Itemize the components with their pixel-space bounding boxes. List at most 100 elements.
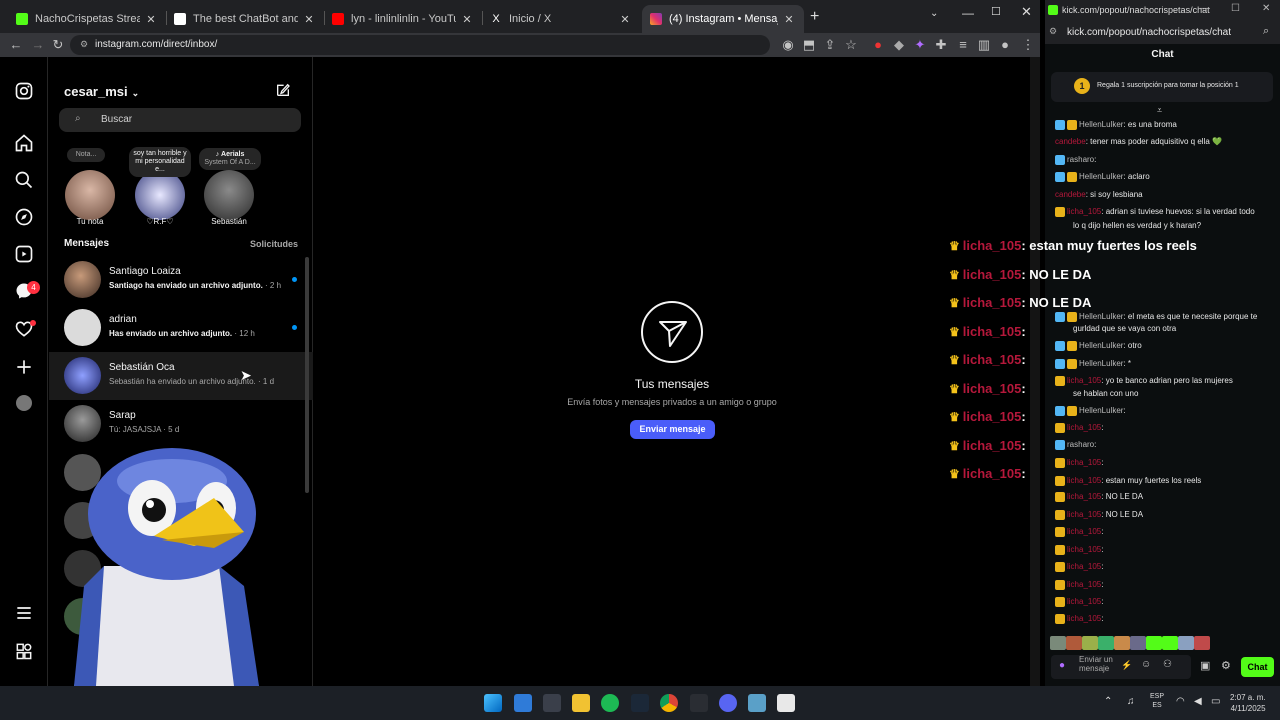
chat-username[interactable]: HellenLulker [1079, 359, 1123, 368]
chat-username[interactable]: licha_105 [1067, 562, 1101, 571]
reload-icon[interactable]: ↻ [50, 37, 66, 53]
note-avatar-self[interactable] [65, 170, 115, 220]
chat-username[interactable]: candebe [1055, 190, 1086, 199]
share-icon[interactable]: ⇪ [822, 37, 838, 53]
filter-icon[interactable]: ⩡ [1157, 105, 1162, 116]
search-icon[interactable]: ⌕ [1263, 25, 1269, 38]
site-info-icon[interactable]: ⚙ [80, 39, 88, 50]
wifi-icon[interactable]: ◠ [1176, 696, 1185, 707]
chevron-up-icon[interactable]: ⌃ [1104, 696, 1112, 707]
address-bar[interactable]: ⚙ instagram.com/direct/inbox/ [70, 35, 770, 55]
profile-avatar[interactable]: ● [997, 37, 1013, 53]
explore-icon[interactable] [14, 207, 34, 227]
create-plus-icon[interactable] [14, 357, 34, 377]
menu-icon[interactable]: ⋮ [1020, 37, 1036, 53]
more-apps-icon[interactable] [14, 641, 34, 661]
steam-icon[interactable] [631, 694, 649, 712]
forward-icon[interactable]: → [30, 37, 46, 53]
language-indicator[interactable]: ESP ES [1150, 692, 1164, 710]
note-bubble-sebastian[interactable]: ♪ Aerials System Of A D... [199, 148, 261, 170]
chrome-icon[interactable] [660, 694, 678, 712]
extension-red-icon[interactable]: ● [870, 37, 886, 53]
requests-link[interactable]: Solicitudes [250, 239, 298, 249]
note-avatar-sebastian[interactable] [204, 170, 254, 220]
start-windows-icon[interactable] [484, 694, 502, 712]
tab-x[interactable]: X Inicio / X ✕ [482, 5, 640, 33]
chat-username[interactable]: rasharo [1067, 155, 1094, 164]
battery-icon[interactable]: ▭ [1211, 696, 1220, 707]
note-avatar-rf[interactable] [135, 170, 185, 220]
close-icon[interactable]: ✕ [460, 13, 474, 26]
clock[interactable]: 2:07 a. m. 4/11/2025 [1230, 692, 1266, 714]
hamburger-menu-icon[interactable] [14, 603, 34, 623]
tab-instagram[interactable]: (4) Instagram • Mensajes ✕ [642, 5, 804, 33]
search-icon[interactable] [14, 170, 34, 190]
emote-picker-icon[interactable]: ● [1059, 660, 1065, 671]
maximize-button[interactable]: ☐ [1231, 3, 1240, 14]
chat-username[interactable]: HellenLulker [1079, 406, 1123, 415]
site-info-icon[interactable]: ⚙ [1049, 26, 1057, 37]
reels-icon[interactable] [14, 244, 34, 264]
media-controls-icon[interactable]: ≡ [955, 37, 971, 53]
window-close-button[interactable]: ✕ [1021, 4, 1032, 20]
chat-username[interactable]: licha_105 [1067, 458, 1101, 467]
send-chat-button[interactable]: Chat [1241, 657, 1274, 677]
extensions-puzzle-icon[interactable]: ✚ [933, 37, 949, 53]
window-close-button[interactable]: ✕ [1262, 3, 1270, 14]
discord-icon[interactable] [719, 694, 737, 712]
minimize-button[interactable]: — [962, 6, 974, 20]
extension-purple-icon[interactable]: ✦ [912, 37, 928, 53]
notepad-icon[interactable] [777, 694, 795, 712]
chat-username[interactable]: HellenLulker [1079, 172, 1123, 181]
conversation-item[interactable]: Santiago Loaiza Santiago ha enviado un a… [49, 256, 313, 304]
chat-username[interactable]: licha_105 [1067, 207, 1101, 216]
pinned-gift-banner[interactable]: 1 Regala 1 suscripción para tomar la pos… [1051, 72, 1273, 102]
close-icon[interactable]: ✕ [144, 13, 158, 26]
conversation-item[interactable]: adrian Has enviado un archivo adjunto. ·… [49, 304, 313, 352]
tab-chatbot[interactable]: The best ChatBot and Widgets fo ✕ [166, 5, 324, 33]
chat-username[interactable]: licha_105 [1067, 545, 1101, 554]
side-panel-icon[interactable]: ▥ [976, 37, 992, 53]
obs-icon[interactable] [690, 694, 708, 712]
chat-username[interactable]: HellenLulker [1079, 120, 1123, 129]
chat-username[interactable]: licha_105 [1067, 597, 1101, 606]
tab-kick[interactable]: NachoCrispetas Stream - Watch ✕ [8, 5, 166, 33]
chat-username[interactable]: licha_105 [1067, 580, 1101, 589]
chat-username[interactable]: rasharo [1067, 440, 1094, 449]
chat-input[interactable]: ● Enviar un mensaje ⚡ ☺ ⚇ [1051, 655, 1191, 679]
tab-search-icon[interactable]: ⌄ [930, 8, 938, 19]
note-bubble-rf[interactable]: soy tan horrible y mi personalidad e... [129, 147, 191, 177]
back-icon[interactable]: ← [8, 37, 24, 53]
microphone-icon[interactable]: ♫ [1127, 696, 1135, 707]
minimize-button[interactable]: — [1200, 3, 1210, 14]
chat-username[interactable]: licha_105 [1067, 510, 1101, 519]
send-message-button[interactable]: Enviar mensaje [630, 420, 715, 439]
settings-gear-icon[interactable]: ⚙ [1221, 659, 1231, 672]
task-view-icon[interactable] [543, 694, 561, 712]
google-lens-icon[interactable]: ◉ [780, 37, 796, 53]
chat-username[interactable]: licha_105 [1067, 614, 1101, 623]
new-tab-button[interactable]: + [810, 8, 819, 26]
note-bubble-self[interactable]: Nota... [67, 148, 105, 162]
users-icon[interactable]: ⚇ [1163, 659, 1172, 670]
close-icon[interactable]: ✕ [302, 13, 316, 26]
chat-username[interactable]: HellenLulker [1079, 341, 1123, 350]
close-icon[interactable]: ✕ [782, 13, 796, 26]
conversation-item[interactable]: Sebastián Oca Sebastián ha enviado un ar… [49, 352, 313, 400]
close-icon[interactable]: ✕ [618, 13, 632, 26]
emoji-icon[interactable]: ☺ [1141, 659, 1151, 670]
volume-icon[interactable]: ◀ [1194, 696, 1202, 707]
chat-username[interactable]: candebe [1055, 137, 1086, 146]
gift-icon[interactable]: ▣ [1200, 659, 1210, 672]
username-switcher[interactable]: cesar_msi ⌄ [64, 84, 139, 99]
extension-shield-icon[interactable]: ◆ [891, 37, 907, 53]
maximize-button[interactable]: ☐ [991, 5, 1001, 18]
chat-username[interactable]: HellenLulker [1079, 312, 1123, 321]
file-explorer-icon[interactable] [572, 694, 590, 712]
instagram-logo-icon[interactable] [14, 81, 34, 101]
new-message-icon[interactable] [275, 82, 291, 98]
chat-username[interactable]: licha_105 [1067, 423, 1101, 432]
home-icon[interactable] [14, 133, 34, 153]
chat-username[interactable]: licha_105 [1067, 476, 1101, 485]
chat-username[interactable]: licha_105 [1067, 527, 1101, 536]
